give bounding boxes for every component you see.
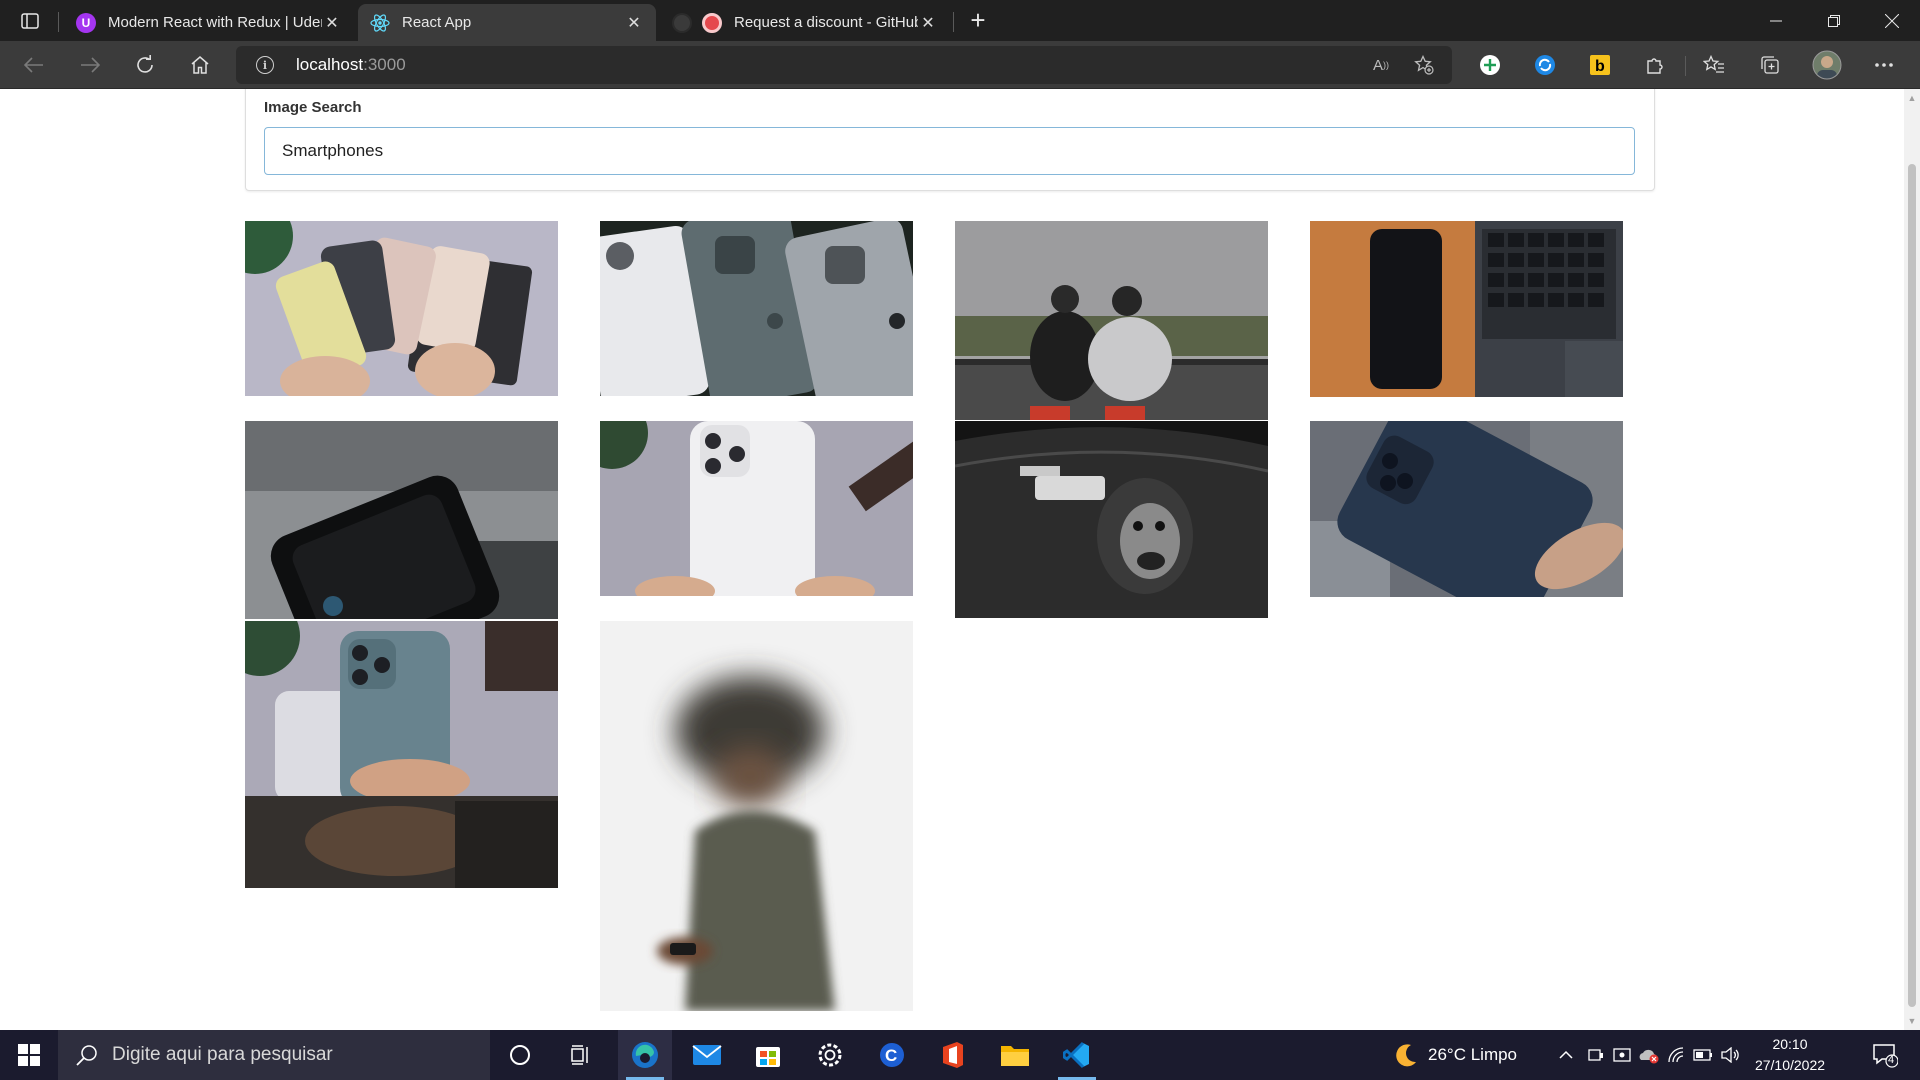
image-result[interactable] (955, 421, 1268, 618)
image-result[interactable] (955, 221, 1268, 420)
taskbar-mail-icon[interactable] (680, 1030, 734, 1080)
tray-expand-icon[interactable] (1554, 1030, 1578, 1080)
photo-iphones-hands (245, 221, 558, 396)
photo-iphone-pro-backs (600, 221, 913, 396)
photo-blurred-man-phone (600, 621, 913, 1011)
taskbar-office-icon[interactable] (926, 1030, 980, 1080)
svg-text:C: C (885, 1046, 897, 1065)
image-search-input[interactable] (264, 127, 1635, 175)
browser-toolbar: i localhost:3000 A)) b (0, 41, 1920, 89)
weather-text[interactable]: 26°C Limpo (1428, 1030, 1532, 1080)
site-info-icon[interactable]: i (256, 56, 274, 74)
taskbar-file-explorer-icon[interactable] (988, 1030, 1042, 1080)
tab-title: Modern React with Redux | Udem (108, 14, 322, 31)
tab-udemy[interactable]: U Modern React with Redux | Udem ✕ (64, 4, 354, 41)
tray-volume-icon[interactable] (1718, 1030, 1744, 1080)
collections-icon[interactable] (1756, 51, 1784, 79)
image-result[interactable] (1310, 421, 1623, 597)
taskbar-clock[interactable]: 20:10 27/10/2022 (1748, 1034, 1832, 1076)
photo-iphone-teal-case (245, 621, 558, 888)
search-placeholder: Digite aqui para pesquisar (112, 1044, 333, 1065)
tab-title: React App (402, 14, 472, 31)
favorites-icon[interactable] (1700, 51, 1728, 79)
back-button[interactable] (16, 49, 52, 81)
toolbar-separator (1685, 56, 1686, 76)
home-button[interactable] (182, 49, 218, 81)
photo-phone-laptop-desk (1310, 221, 1623, 397)
new-tab-button[interactable]: + (964, 5, 992, 35)
start-button[interactable] (0, 1030, 58, 1080)
tab-react-app[interactable]: React App ✕ (358, 4, 656, 41)
image-result[interactable] (245, 221, 558, 396)
browser-tab-bar: U Modern React with Redux | Udem ✕ React… (0, 0, 1920, 41)
taskbar-vscode-icon[interactable] (1050, 1030, 1104, 1080)
address-bar[interactable]: i localhost:3000 A)) (236, 46, 1452, 84)
image-result[interactable] (600, 221, 913, 396)
search-bar-card: Image Search (245, 89, 1655, 191)
page-viewport: Image Search Smartphones ▲ ▼ (0, 89, 1920, 1030)
extensions-puzzle-icon[interactable] (1641, 51, 1669, 79)
windows-taskbar: Digite aqui para pesquisar C 26°C Limpo (0, 1030, 1920, 1080)
image-result[interactable] (600, 421, 913, 596)
github-icon (672, 12, 692, 33)
cortana-icon[interactable] (494, 1030, 546, 1080)
restore-button[interactable] (1806, 0, 1862, 41)
refresh-button[interactable] (127, 49, 163, 81)
url-text[interactable]: localhost:3000 (296, 55, 406, 75)
udemy-icon: U (76, 12, 96, 33)
image-result[interactable] (600, 621, 913, 1011)
scroll-up-icon[interactable]: ▲ (1907, 93, 1917, 103)
minimize-button[interactable] (1748, 0, 1804, 41)
close-icon[interactable]: ✕ (624, 13, 644, 33)
image-result[interactable] (245, 621, 558, 888)
tray-device-icon[interactable] (1584, 1030, 1608, 1080)
taskbar-edge-icon[interactable] (618, 1030, 672, 1080)
notifications-count: 4 (1888, 1054, 1895, 1066)
search-icon (76, 1045, 97, 1066)
tab-title: Request a discount - GitHub (734, 14, 918, 31)
react-icon (370, 13, 390, 33)
taskbar-settings-icon[interactable] (803, 1030, 857, 1080)
tab-actions-icon[interactable] (12, 8, 48, 34)
profile-avatar[interactable] (1812, 50, 1842, 80)
image-result[interactable] (245, 421, 558, 619)
weather-moon-icon[interactable] (1386, 1030, 1426, 1080)
notifications-icon[interactable]: 4 (1860, 1030, 1910, 1080)
tab-separator (953, 12, 954, 32)
tab-github[interactable]: Request a discount - GitHub ✕ (660, 4, 950, 41)
more-options-icon[interactable] (1870, 51, 1898, 79)
scroll-down-icon[interactable]: ▼ (1907, 1016, 1917, 1026)
tray-meet-icon[interactable] (1610, 1030, 1634, 1080)
clock-date: 27/10/2022 (1754, 1057, 1826, 1073)
photo-phone-instagram (245, 421, 558, 619)
taskbar-search[interactable]: Digite aqui para pesquisar (58, 1030, 490, 1080)
photo-white-iphone (600, 421, 913, 596)
forward-button[interactable] (72, 49, 108, 81)
search-label: Image Search (264, 99, 362, 116)
tray-battery-icon[interactable] (1690, 1030, 1716, 1080)
taskbar-app-c-icon[interactable]: C (865, 1030, 919, 1080)
close-icon[interactable]: ✕ (918, 13, 938, 33)
extension-refresh-icon[interactable] (1531, 51, 1559, 79)
tray-onedrive-icon[interactable] (1636, 1030, 1662, 1080)
close-icon[interactable]: ✕ (322, 13, 342, 33)
photo-people-photographing (955, 221, 1268, 420)
extension-b-icon[interactable]: b (1586, 51, 1614, 79)
add-favorite-icon[interactable] (1410, 52, 1438, 78)
photo-blue-iphone (1310, 421, 1623, 597)
image-result[interactable] (1310, 221, 1623, 397)
clock-time: 20:10 (1772, 1036, 1808, 1052)
tab-separator (58, 12, 59, 32)
extension-plus-icon[interactable] (1476, 51, 1504, 79)
recording-icon (702, 12, 722, 33)
scrollbar-thumb[interactable] (1908, 164, 1916, 1007)
read-aloud-icon[interactable]: A)) (1367, 52, 1395, 78)
svg-text:b: b (1595, 58, 1605, 75)
taskbar-store-icon[interactable] (741, 1030, 795, 1080)
page-scrollbar[interactable]: ▲ ▼ (1904, 89, 1920, 1030)
task-view-icon[interactable] (554, 1030, 606, 1080)
tray-wifi-icon[interactable] (1664, 1030, 1688, 1080)
close-window-button[interactable] (1864, 0, 1920, 41)
photo-gorilla-graffiti (955, 421, 1268, 618)
